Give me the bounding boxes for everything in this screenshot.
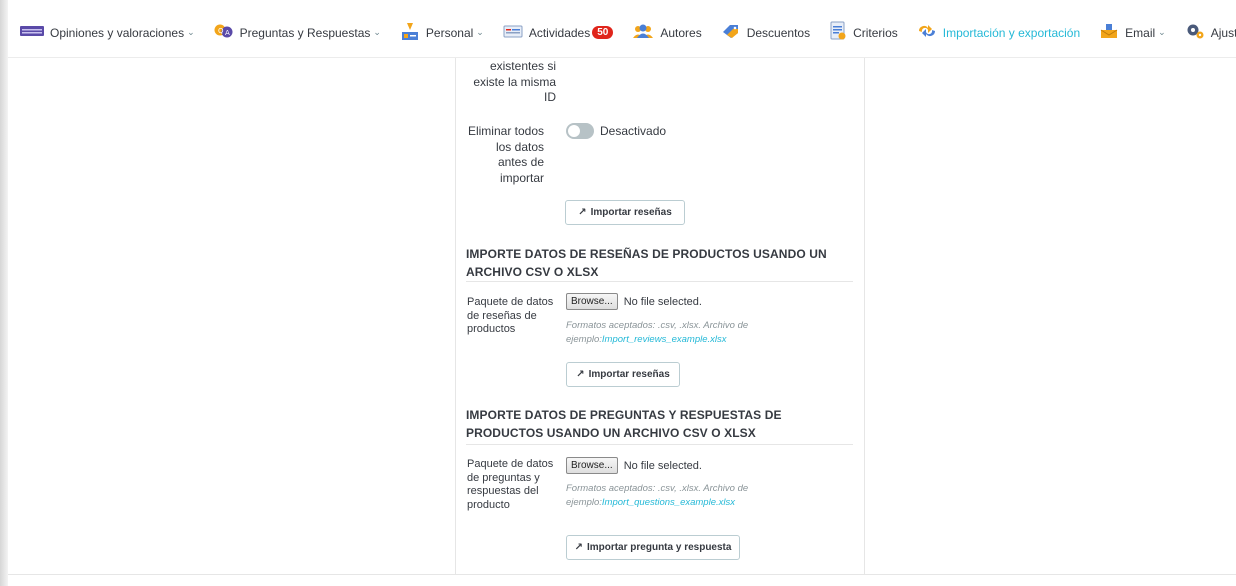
card-bottom-border: [8, 574, 1236, 575]
import-reviews-button[interactable]: ↗ Importar reseñas: [566, 362, 680, 387]
nav-item-authors[interactable]: Autores: [632, 23, 702, 42]
chevron-down-icon: ⌄: [476, 27, 484, 37]
questions-file-label: Paquete de datos de preguntas y respuest…: [467, 458, 554, 511]
reviews-icon: [20, 25, 44, 40]
import-export-icon: [917, 24, 937, 41]
reviews-file-input[interactable]: Browse... No file selected.: [566, 293, 702, 310]
import-arrow-icon: ↗: [574, 542, 583, 553]
svg-text:A: A: [225, 29, 230, 37]
questions-file-input[interactable]: Browse... No file selected.: [566, 457, 702, 474]
overwrite-existing-label: existentes si existe la misma ID: [473, 59, 556, 104]
nav-label: Actividades: [528, 25, 591, 40]
nav-label: Personal: [425, 25, 474, 40]
activities-count-badge: 50: [592, 26, 614, 39]
nav-item-activities[interactable]: Actividades 50: [503, 24, 614, 41]
nav-item-import-export[interactable]: Importación y exportación: [917, 24, 1080, 41]
nav-label: Email: [1125, 25, 1156, 40]
import-questions-button[interactable]: ↗ Importar pregunta y respuesta: [566, 535, 740, 560]
import-arrow-icon: ↗: [576, 369, 585, 380]
reviews-file-label: Paquete de datos de reseñas de productos: [467, 296, 554, 335]
reviews-section-title: IMPORTE DATOS DE RESEÑAS DE PRODUCTOS US…: [466, 247, 827, 279]
panel-shadow-edge: [0, 0, 8, 586]
nav-label: Preguntas y Respuestas: [239, 25, 371, 40]
authors-icon: [632, 23, 654, 42]
reviews-example-link[interactable]: Import_reviews_example.xlsx: [602, 334, 727, 345]
nav-item-staff[interactable]: Personal ⌄: [400, 21, 484, 44]
questions-example-link[interactable]: Import_questions_example.xlsx: [602, 497, 735, 508]
svg-text:Q: Q: [218, 27, 224, 35]
section-divider: [466, 281, 853, 282]
nav-item-reviews[interactable]: Opiniones y valoraciones ⌄: [20, 25, 195, 40]
delete-all-state: Desactivado: [600, 124, 667, 138]
reviews-browse-button[interactable]: Browse...: [566, 293, 618, 310]
criteria-icon: [829, 21, 847, 44]
nav-label: Importación y exportación: [942, 25, 1081, 40]
nav-label: Autores: [660, 25, 702, 40]
questions-help-text: Formatos aceptados: .csv, .xlsx. Archivo…: [566, 483, 749, 508]
discounts-icon: [721, 23, 741, 42]
questions-section-title: IMPORTE DATOS DE PREGUNTAS Y RESPUESTAS …: [466, 408, 782, 440]
chevron-down-icon: ⌄: [187, 27, 195, 37]
nav-item-settings[interactable]: Ajustes: [1185, 23, 1236, 42]
nav-item-questions[interactable]: QA Preguntas y Respuestas ⌄: [214, 24, 381, 41]
toggle-knob: [568, 125, 580, 137]
delete-all-label: Eliminar todos los datos antes de import…: [467, 124, 544, 185]
questions-file-status: No file selected.: [623, 459, 702, 472]
chevron-down-icon: ⌄: [373, 27, 381, 37]
import-arrow-icon: ↗: [578, 207, 587, 218]
nav-item-email[interactable]: Email ⌄: [1099, 23, 1166, 42]
chevron-down-icon: ⌄: [1158, 27, 1166, 37]
nav-label: Ajustes: [1210, 25, 1236, 40]
email-icon: [1099, 23, 1119, 42]
questions-icon: QA: [214, 24, 234, 41]
nav-item-discounts[interactable]: Descuentos: [721, 23, 810, 42]
staff-icon: [400, 21, 420, 44]
reviews-file-status: No file selected.: [623, 295, 702, 308]
reviews-help-text: Formatos aceptados: .csv, .xlsx. Archivo…: [566, 320, 749, 345]
questions-browse-button[interactable]: Browse...: [566, 457, 618, 474]
top-navigation-bar: Opiniones y valoraciones ⌄ QA Preguntas …: [8, 8, 1236, 58]
activities-icon: [503, 24, 523, 41]
nav-item-criteria[interactable]: Criterios: [829, 21, 898, 44]
nav-label: Descuentos: [746, 25, 811, 40]
section-divider: [466, 444, 853, 445]
settings-icon: [1185, 23, 1205, 42]
nav-label: Criterios: [853, 25, 898, 40]
nav-label: Opiniones y valoraciones: [50, 25, 185, 40]
import-reviews-button-top[interactable]: ↗ Importar reseñas: [565, 200, 685, 225]
delete-all-toggle[interactable]: [566, 123, 594, 139]
